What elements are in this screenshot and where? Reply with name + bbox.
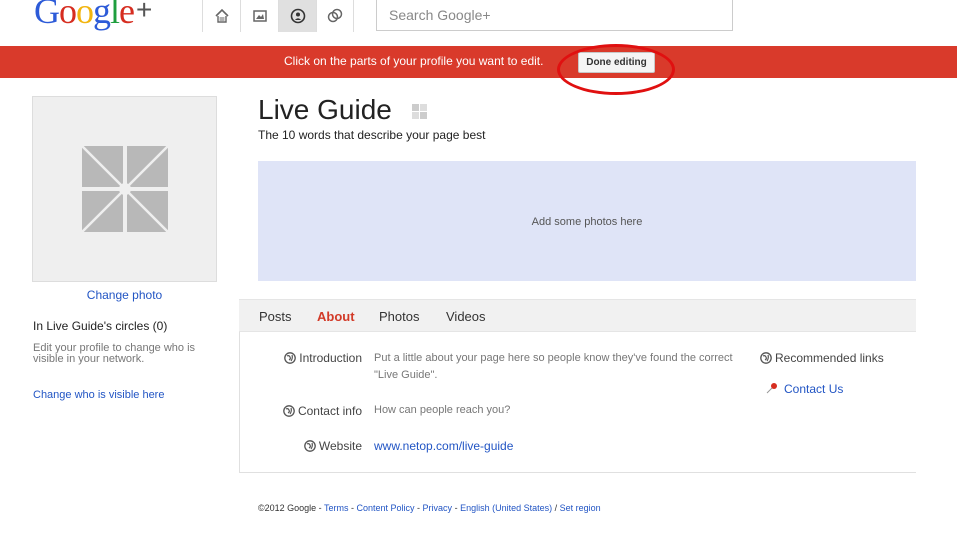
introduction-value[interactable]: Put a little about your page here so peo… [374, 350, 744, 384]
edit-banner: Click on the parts of your profile you w… [0, 46, 957, 78]
change-photo-link[interactable]: Change photo [32, 288, 217, 302]
tab-about[interactable]: About [317, 309, 355, 324]
photos-button[interactable] [240, 0, 278, 32]
top-bar: Google+ Search Google+ [0, 0, 957, 44]
profile-tabs: Posts About Photos Videos [239, 299, 916, 332]
page-title[interactable]: Live Guide [258, 94, 392, 126]
contact-us-text: Contact Us [784, 382, 844, 396]
profile-icon [290, 8, 305, 24]
website-label-text: Website [318, 439, 362, 453]
globe-icon [284, 352, 297, 364]
google-plus-logo[interactable]: Google+ [34, 0, 152, 32]
recommended-links-text: Recommended links [775, 351, 884, 365]
footer-set-region-link[interactable]: Set region [560, 503, 601, 513]
tab-videos[interactable]: Videos [446, 309, 486, 324]
search-input[interactable]: Search Google+ [376, 0, 733, 31]
footer-content-policy-link[interactable]: Content Policy [357, 503, 415, 513]
footer-language-link[interactable]: English (United States) [460, 503, 552, 513]
page-badge-icon [412, 104, 427, 119]
circles-icon [327, 8, 343, 23]
edit-visibility-note: Edit your profile to change who is visib… [33, 342, 196, 365]
website-label: Website [270, 439, 362, 453]
footer-copyright: ©2012 Google - [258, 503, 325, 513]
change-visibility-link[interactable]: Change who is visible here [33, 389, 164, 401]
footer-separator: - [452, 503, 461, 513]
circles-button[interactable] [316, 0, 354, 32]
done-editing-button[interactable]: Done editing [578, 52, 655, 73]
photos-icon [252, 10, 267, 22]
footer-separator: - [414, 503, 423, 513]
introduction-label-text: Introduction [299, 351, 362, 365]
page-tagline[interactable]: The 10 words that describe your page bes… [258, 128, 485, 142]
website-link[interactable]: www.netop.com/live-guide [374, 439, 513, 453]
introduction-label: Introduction [270, 351, 362, 365]
circles-heading: In Live Guide's circles (0) [33, 319, 168, 333]
photos-prompt: Add some photos here [531, 216, 643, 228]
globe-icon [760, 352, 772, 364]
home-icon [214, 8, 229, 23]
contact-info-label-text: Contact info [297, 404, 362, 418]
profile-button[interactable] [278, 0, 316, 32]
nav-icons [202, 0, 354, 32]
footer: ©2012 Google - Terms - Content Policy - … [258, 503, 601, 513]
pushpin-icon [766, 383, 777, 394]
contact-info-label: Contact info [270, 404, 362, 418]
tab-posts[interactable]: Posts [259, 309, 292, 324]
footer-privacy-link[interactable]: Privacy [423, 503, 453, 513]
footer-slash: / [552, 503, 560, 513]
profile-photo[interactable] [32, 96, 217, 282]
globe-icon [304, 440, 316, 452]
banner-message: Click on the parts of your profile you w… [284, 54, 544, 68]
footer-separator: - [348, 503, 357, 513]
globe-icon [283, 405, 295, 417]
contact-us-link[interactable]: Contact Us [766, 382, 843, 396]
photos-strip[interactable]: Add some photos here [258, 161, 916, 281]
footer-terms-link[interactable]: Terms [324, 503, 349, 513]
recommended-links-label: Recommended links [760, 351, 916, 365]
tab-photos[interactable]: Photos [379, 309, 419, 324]
contact-info-value[interactable]: How can people reach you? [374, 402, 510, 419]
home-button[interactable] [202, 0, 240, 32]
photo-placeholder-icon [82, 146, 168, 232]
